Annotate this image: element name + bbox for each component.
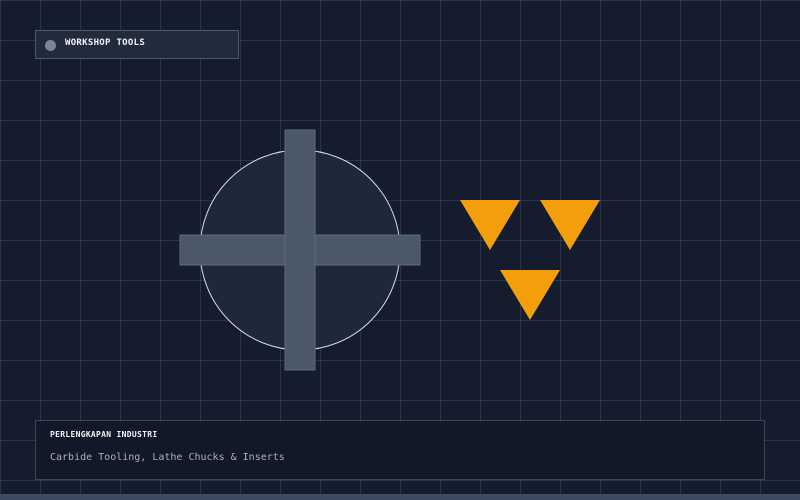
info-panel: PERLENGKAPAN INDUSTRI Carbide Tooling, L… <box>35 420 765 480</box>
lathe-chuck-icon <box>179 129 421 371</box>
info-title: PERLENGKAPAN INDUSTRI <box>50 430 158 439</box>
info-subtitle: Carbide Tooling, Lathe Chucks & Inserts <box>50 452 285 463</box>
carbide-insert-icon <box>540 200 600 250</box>
bottom-strip <box>0 494 800 500</box>
chuck-jaw-vertical <box>284 129 316 371</box>
grid-background: WORKSHOP TOOLS PERLENGKAPAN INDUSTRI Car… <box>0 0 800 500</box>
carbide-insert-icon <box>460 200 520 250</box>
carbide-inserts-group <box>460 200 600 320</box>
carbide-insert-icon <box>500 270 560 320</box>
